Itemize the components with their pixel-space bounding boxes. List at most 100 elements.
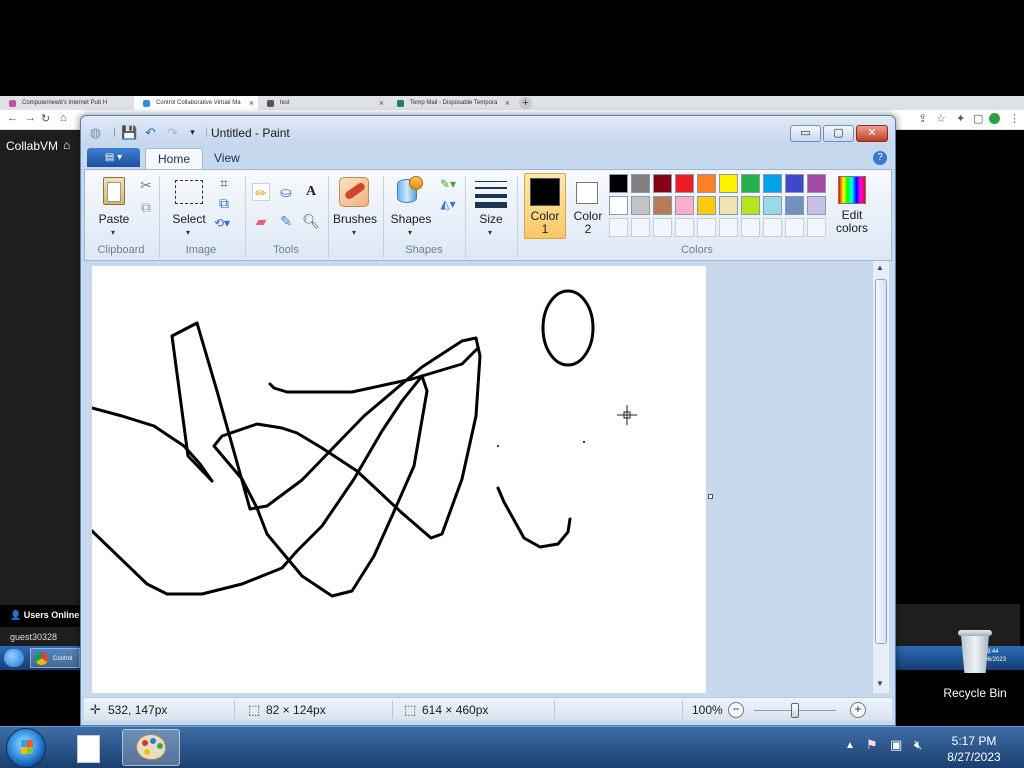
close-button[interactable]: ✕ bbox=[856, 125, 888, 142]
browser-menu-icon[interactable]: ⋮ bbox=[1009, 112, 1020, 125]
color-1-button[interactable]: Color 1 bbox=[524, 173, 566, 239]
palette-swatch[interactable] bbox=[785, 196, 804, 215]
custom-color-slot[interactable] bbox=[609, 218, 628, 237]
color-picker-icon[interactable]: ✎ bbox=[277, 212, 295, 230]
select-dropdown-icon[interactable]: ▾ bbox=[186, 228, 190, 237]
custom-color-slot[interactable] bbox=[631, 218, 650, 237]
brushes-dropdown-icon[interactable]: ▾ bbox=[352, 228, 356, 237]
shapes-button[interactable]: Shapes ▾ bbox=[387, 173, 435, 237]
size-dropdown-icon[interactable]: ▾ bbox=[488, 228, 492, 237]
size-button[interactable]: Size ▾ bbox=[471, 173, 511, 237]
pencil-icon[interactable]: ✏ bbox=[252, 183, 270, 201]
palette-swatch[interactable] bbox=[609, 196, 628, 215]
palette-swatch[interactable] bbox=[653, 174, 672, 193]
title-bar[interactable]: ◍ | 💾 ↶ ↷ ▾ | Untitled - Paint ▭ ▢ ✕ bbox=[81, 116, 895, 147]
vertical-scrollbar[interactable]: ▲ ▼ bbox=[872, 261, 889, 693]
vm-start-icon[interactable] bbox=[4, 649, 24, 667]
palette-swatch[interactable] bbox=[675, 196, 694, 215]
palette-swatch[interactable] bbox=[609, 174, 628, 193]
home-icon[interactable]: ⌂ bbox=[63, 138, 70, 152]
palette-swatch[interactable] bbox=[741, 174, 760, 193]
custom-color-slot[interactable] bbox=[697, 218, 716, 237]
custom-color-slot[interactable] bbox=[653, 218, 672, 237]
rotate-icon[interactable]: ⟲▾ bbox=[213, 214, 231, 232]
custom-color-slot[interactable] bbox=[741, 218, 760, 237]
vm-taskbar-chrome[interactable]: Control bbox=[30, 648, 80, 668]
custom-color-slot[interactable] bbox=[719, 218, 738, 237]
palette-swatch[interactable] bbox=[719, 174, 738, 193]
fill-bucket-icon[interactable]: ⛀ bbox=[277, 183, 295, 201]
tab-home[interactable]: Home bbox=[145, 148, 204, 169]
forward-icon[interactable]: → bbox=[25, 112, 36, 124]
start-button[interactable] bbox=[6, 728, 46, 768]
paint-app-icon[interactable]: ◍ bbox=[88, 125, 103, 140]
help-icon[interactable]: ? bbox=[873, 151, 887, 165]
reload-icon[interactable]: ↻ bbox=[41, 112, 50, 125]
share-icon[interactable]: ⇪ bbox=[918, 112, 927, 125]
paste-button[interactable]: Paste ▾ bbox=[93, 173, 135, 237]
palette-swatch[interactable] bbox=[675, 174, 694, 193]
edit-colors-button[interactable]: Edit colors bbox=[831, 173, 873, 239]
palette-swatch[interactable] bbox=[697, 174, 716, 193]
palette-swatch[interactable] bbox=[807, 196, 826, 215]
network-icon[interactable]: ▣ bbox=[890, 737, 902, 753]
outline-icon[interactable]: ✎▾ bbox=[435, 175, 461, 193]
bookmark-star-icon[interactable]: ☆ bbox=[936, 112, 946, 125]
resize-icon[interactable]: ⧉ bbox=[215, 194, 233, 212]
zoom-out-button[interactable]: − bbox=[728, 702, 744, 718]
drawing-canvas[interactable] bbox=[92, 266, 706, 693]
fill-icon[interactable]: ◭▾ bbox=[435, 195, 461, 213]
recycle-bin[interactable]: Recycle Bin bbox=[942, 630, 1008, 700]
browser-tab-active[interactable]: Control Collaborative Virtual Ma × bbox=[134, 96, 258, 110]
redo-icon[interactable]: ↷ bbox=[165, 125, 180, 140]
brushes-button[interactable]: Brushes ▾ bbox=[331, 173, 379, 237]
scroll-thumb[interactable] bbox=[875, 279, 887, 644]
palette-swatch[interactable] bbox=[807, 174, 826, 193]
browser-tab[interactable]: Computernewb's Internet Pub H bbox=[0, 96, 134, 110]
new-tab-button[interactable]: + bbox=[519, 97, 532, 109]
palette-swatch[interactable] bbox=[719, 196, 738, 215]
custom-color-slot[interactable] bbox=[785, 218, 804, 237]
action-center-icon[interactable]: ⚑ bbox=[866, 737, 878, 753]
browser-tab[interactable]: test × bbox=[258, 96, 388, 110]
home-page-icon[interactable]: ⌂ bbox=[60, 112, 67, 124]
undo-icon[interactable]: ↶ bbox=[143, 125, 158, 140]
select-button[interactable]: Select ▾ bbox=[165, 173, 213, 237]
tab-view[interactable]: View bbox=[202, 148, 252, 169]
save-icon[interactable]: 💾 bbox=[121, 125, 137, 140]
zoom-slider-thumb[interactable] bbox=[791, 703, 799, 718]
taskbar-clock[interactable]: 5:17 PM 8/27/2023 bbox=[944, 733, 1004, 765]
palette-swatch[interactable] bbox=[697, 196, 716, 215]
copy-icon[interactable]: ⧉ bbox=[137, 198, 155, 216]
maximize-button[interactable]: ▢ bbox=[823, 125, 854, 142]
custom-color-slot[interactable] bbox=[675, 218, 694, 237]
tab-close-icon[interactable]: × bbox=[249, 96, 254, 110]
paste-dropdown-icon[interactable]: ▾ bbox=[111, 228, 115, 237]
profile-icon[interactable] bbox=[989, 113, 1000, 124]
extensions-icon[interactable]: ✦ bbox=[956, 112, 965, 125]
canvas-resize-handle[interactable] bbox=[708, 494, 713, 499]
custom-color-slot[interactable] bbox=[807, 218, 826, 237]
site-title[interactable]: CollabVM bbox=[6, 139, 58, 153]
palette-swatch[interactable] bbox=[785, 174, 804, 193]
crop-icon[interactable]: ⌗ bbox=[215, 174, 233, 192]
show-hidden-icons-icon[interactable]: ▲ bbox=[845, 740, 855, 751]
palette-swatch[interactable] bbox=[763, 174, 782, 193]
palette-swatch[interactable] bbox=[741, 196, 760, 215]
scroll-down-icon[interactable]: ▼ bbox=[876, 679, 884, 688]
shapes-dropdown-icon[interactable]: ▾ bbox=[408, 228, 412, 237]
palette-swatch[interactable] bbox=[631, 174, 650, 193]
canvas-workspace[interactable] bbox=[84, 261, 878, 693]
volume-muted-icon[interactable]: 🔇︎ bbox=[914, 737, 922, 753]
user-list-item[interactable]: guest30328 bbox=[10, 632, 57, 642]
magnifier-icon[interactable]: 🔍︎ bbox=[302, 212, 320, 230]
color-2-button[interactable]: Color 2 bbox=[568, 173, 606, 239]
tab-close-icon[interactable]: × bbox=[379, 96, 384, 110]
file-menu-button[interactable]: ▤ ▾ bbox=[87, 148, 140, 167]
zoom-in-button[interactable]: + bbox=[850, 702, 866, 718]
cut-icon[interactable]: ✂ bbox=[137, 176, 155, 194]
browser-tab[interactable]: Temp Mail - Disposable Tempora × bbox=[388, 96, 514, 110]
palette-swatch[interactable] bbox=[763, 196, 782, 215]
custom-color-slot[interactable] bbox=[763, 218, 782, 237]
text-tool-icon[interactable]: A bbox=[302, 183, 320, 201]
